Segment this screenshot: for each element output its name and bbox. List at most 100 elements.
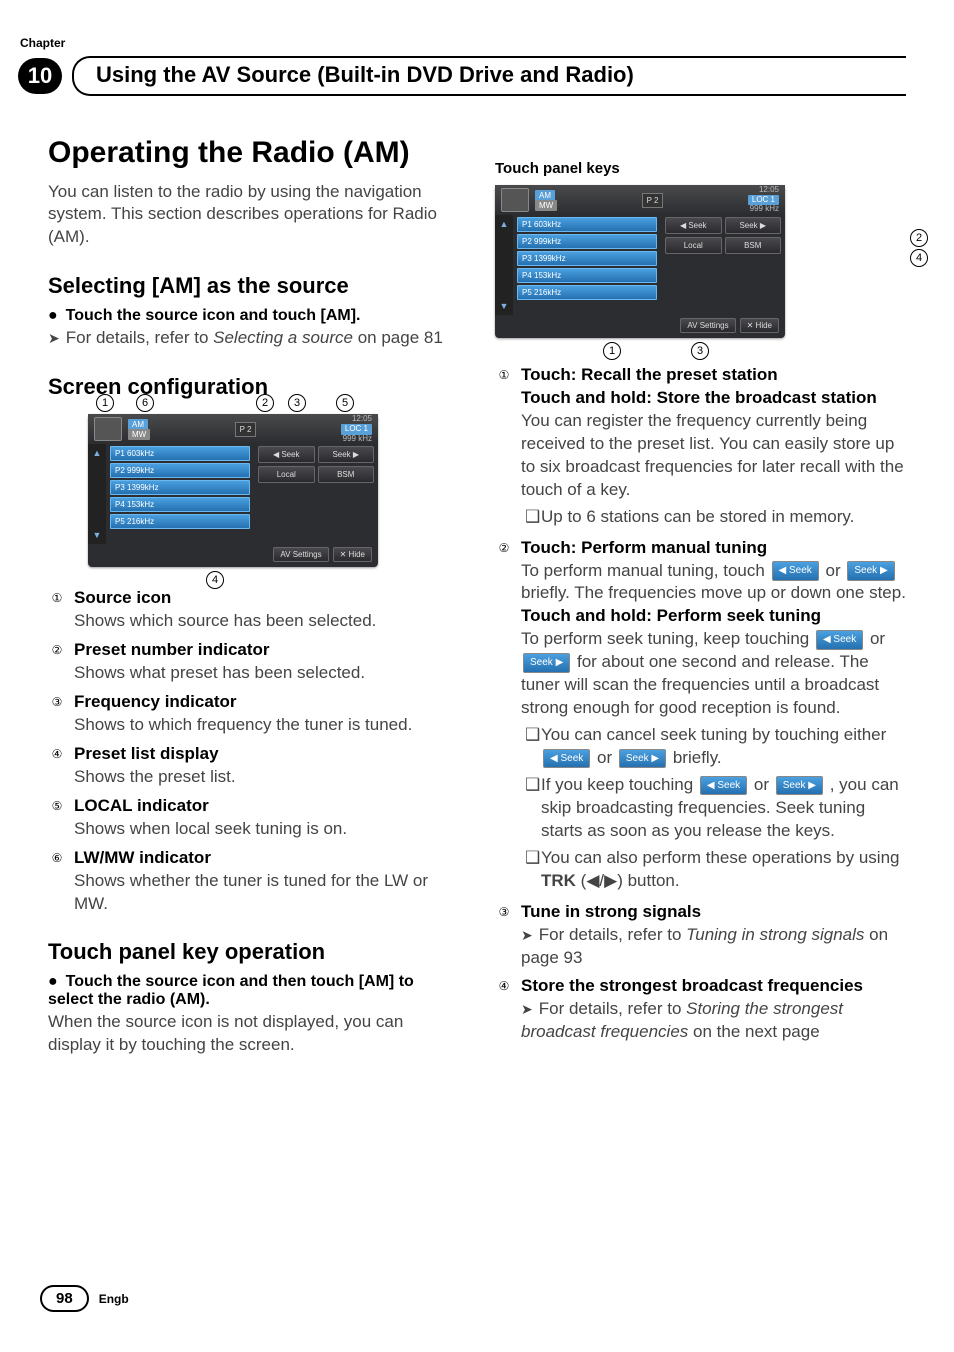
scroll-up-down[interactable]: ▲ ▼ — [88, 444, 106, 544]
main-heading: Operating the Radio (AM) — [48, 136, 459, 171]
callout-1: 1 — [96, 394, 114, 412]
preset-row[interactable]: P5 216kHz — [110, 514, 250, 529]
list-item: ③ Tune in strong signals For details, re… — [495, 901, 906, 970]
controls: ◀ Seek Seek ▶ Local BSM — [254, 444, 378, 544]
seek-right-pill: Seek ▶ — [619, 749, 666, 769]
seek-left-button[interactable]: ◀ Seek — [665, 217, 722, 234]
preset-row[interactable]: P2 999kHz — [517, 234, 657, 249]
av-settings-button[interactable]: AV Settings — [680, 318, 735, 333]
item-number: ⑥ — [48, 849, 66, 867]
right-column: Touch panel keys 2 4 1 3 AM MW — [495, 136, 906, 1057]
chapter-header: 10 Using the AV Source (Built-in DVD Dri… — [18, 56, 906, 96]
item-number: ② — [48, 641, 66, 659]
chapter-label: Chapter — [20, 36, 906, 50]
note-icon — [525, 724, 541, 770]
item-number: ① — [48, 589, 66, 607]
mw-tag: MW — [128, 429, 150, 440]
local-button[interactable]: Local — [665, 237, 722, 254]
touch-text: When the source icon is not displayed, y… — [48, 1011, 459, 1057]
screenshot-config: 1 6 2 3 5 4 AM MW — [88, 414, 459, 567]
screenshot-touchkeys: 2 4 1 3 AM MW P 2 — [495, 185, 906, 338]
item-number: ③ — [495, 903, 513, 921]
ref-arrow-icon — [521, 999, 539, 1018]
local-button[interactable]: Local — [258, 466, 315, 483]
selecting-ref: For details, refer to Selecting a source… — [48, 327, 459, 350]
preset-row[interactable]: P5 216kHz — [517, 285, 657, 300]
seek-right-button[interactable]: Seek ▶ — [725, 217, 782, 234]
seek-left-pill: ◀ Seek — [816, 630, 863, 650]
hide-button[interactable]: ✕ Hide — [740, 318, 779, 333]
list-item: ③ Frequency indicatorShows to which freq… — [48, 691, 459, 737]
callout-5: 5 — [336, 394, 354, 412]
list-item: ④ Store the strongest broadcast frequenc… — [495, 975, 906, 1044]
shot-touchkeys: AM MW P 2 12:05 LOC 1 999 kHz — [495, 185, 785, 338]
preset-row[interactable]: P1 603kHz — [517, 217, 657, 232]
language-code: Engb — [99, 1292, 129, 1306]
callout-r2: 2 — [910, 229, 928, 247]
preset-row[interactable]: P3 1399kHz — [517, 251, 657, 266]
seek-left-pill: ◀ Seek — [700, 776, 747, 796]
frequency-indicator: 999 kHz — [343, 434, 372, 443]
scroll-up-down[interactable]: ▲ ▼ — [495, 215, 513, 315]
controls: ◀ Seek Seek ▶ Local BSM — [661, 215, 785, 315]
touch-panel-keys-heading: Touch panel keys — [495, 160, 906, 177]
seek-right-pill: Seek ▶ — [847, 561, 894, 581]
seek-left-button[interactable]: ◀ Seek — [258, 446, 315, 463]
preset-row[interactable]: P2 999kHz — [110, 463, 250, 478]
list-item: ① Touch: Recall the preset station Touch… — [495, 364, 906, 531]
source-icon[interactable] — [501, 188, 529, 212]
item-number: ⑤ — [48, 797, 66, 815]
callout-3: 3 — [288, 394, 306, 412]
up-icon: ▲ — [500, 219, 509, 229]
section-title: Using the AV Source (Built-in DVD Drive … — [72, 56, 906, 96]
preset-row[interactable]: P4 153kHz — [110, 497, 250, 512]
left-column: Operating the Radio (AM) You can listen … — [48, 136, 459, 1057]
bsm-button[interactable]: BSM — [725, 237, 782, 254]
item-number: ③ — [48, 693, 66, 711]
seek-left-pill: ◀ Seek — [772, 561, 819, 581]
subhead-selecting: Selecting [AM] as the source — [48, 273, 459, 299]
up-icon: ▲ — [93, 448, 102, 458]
preset-number-indicator: P 2 — [642, 193, 664, 208]
callout-r1: 1 — [603, 342, 621, 360]
page: Chapter 10 Using the AV Source (Built-in… — [0, 0, 954, 1352]
av-settings-button[interactable]: AV Settings — [273, 547, 328, 562]
preset-row[interactable]: P3 1399kHz — [110, 480, 250, 495]
ref-arrow-icon — [521, 925, 539, 944]
list-item: ② Touch: Perform manual tuning To perfor… — [495, 537, 906, 895]
bsm-button[interactable]: BSM — [318, 466, 375, 483]
seek-right-pill: Seek ▶ — [776, 776, 823, 796]
preset-row[interactable]: P4 153kHz — [517, 268, 657, 283]
callout-6: 6 — [136, 394, 154, 412]
preset-list: P1 603kHz P2 999kHz P3 1399kHz P4 153kHz… — [513, 215, 661, 315]
preset-list: P1 603kHz P2 999kHz P3 1399kHz P4 153kHz… — [106, 444, 254, 544]
mw-tag: MW — [535, 200, 557, 211]
preset-row[interactable]: P1 603kHz — [110, 446, 250, 461]
item-number: ① — [495, 366, 513, 384]
subhead-touch: Touch panel key operation — [48, 939, 459, 965]
ref-arrow-icon — [48, 328, 66, 347]
chapter-number-badge: 10 — [18, 58, 62, 94]
source-icon[interactable] — [94, 417, 122, 441]
down-icon: ▼ — [93, 530, 102, 540]
page-number: 98 — [40, 1285, 89, 1312]
frequency-indicator: 999 kHz — [750, 204, 779, 213]
seek-right-button[interactable]: Seek ▶ — [318, 446, 375, 463]
callout-2: 2 — [256, 394, 274, 412]
clock: 12:05 — [352, 414, 372, 423]
item-number: ④ — [48, 745, 66, 763]
note-icon — [525, 847, 541, 893]
down-icon: ▼ — [500, 301, 509, 311]
note-icon — [525, 506, 541, 529]
seek-left-pill: ◀ Seek — [543, 749, 590, 769]
page-footer: 98 Engb — [40, 1285, 129, 1312]
item-number: ② — [495, 539, 513, 557]
hide-button[interactable]: ✕ Hide — [333, 547, 372, 562]
touch-bullet: Touch the source icon and then touch [AM… — [48, 973, 459, 1009]
list-item: ⑥ LW/MW indicatorShows whether the tuner… — [48, 847, 459, 916]
preset-number-indicator: P 2 — [235, 422, 257, 437]
clock: 12:05 — [759, 185, 779, 194]
shot-config: AM MW P 2 12:05 LOC 1 999 kHz — [88, 414, 378, 567]
callout-r4: 4 — [910, 249, 928, 267]
note-icon — [525, 774, 541, 843]
